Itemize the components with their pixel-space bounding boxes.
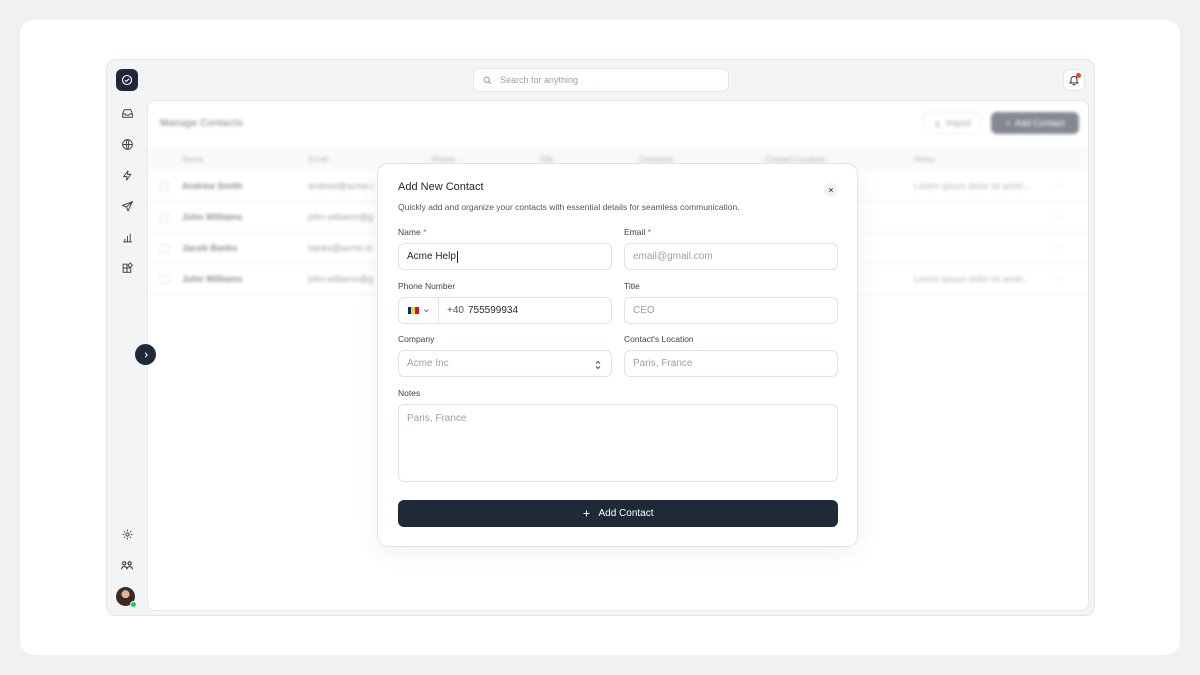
phone-value: 755599934 <box>467 305 519 316</box>
name-label-text: Name <box>398 227 421 237</box>
text-caret <box>456 250 458 263</box>
import-button[interactable]: Import <box>923 112 981 134</box>
row-actions[interactable]: ··· <box>1052 211 1061 221</box>
app-logo[interactable] <box>116 69 138 91</box>
company-placeholder: Acme Inc <box>407 358 449 369</box>
column-header: Notes <box>914 155 935 164</box>
title-placeholder: CEO <box>633 305 655 316</box>
notes-label: Notes <box>398 388 421 398</box>
phone-country-code: +40 <box>447 305 464 316</box>
close-icon <box>828 187 834 193</box>
globe-icon[interactable] <box>116 133 138 155</box>
email-placeholder: email@gmail.com <box>633 251 713 262</box>
phone-label: Phone Number <box>398 281 456 291</box>
send-icon[interactable] <box>116 195 138 217</box>
chevron-down-icon <box>423 309 429 313</box>
add-contact-top-button[interactable]: + Add Contact <box>991 112 1079 134</box>
inbox-icon[interactable] <box>116 102 138 124</box>
contact-email: banks@acme.io <box>308 243 373 253</box>
country-selector[interactable] <box>399 298 439 323</box>
page-title: Manage Contacts <box>160 118 243 129</box>
row-actions[interactable]: ··· <box>1052 180 1061 190</box>
email-label: Email * <box>624 227 651 237</box>
search-placeholder: Search for anything <box>500 75 579 85</box>
row-actions[interactable]: ··· <box>1052 273 1061 283</box>
search-input[interactable]: Search for anything <box>473 68 729 92</box>
contact-name: John Williams <box>182 274 243 284</box>
contact-name: John Williams <box>182 212 243 222</box>
required-mark: * <box>423 227 427 237</box>
notes-placeholder: Paris, France <box>407 413 467 424</box>
title-field[interactable]: CEO <box>624 297 838 324</box>
contact-name: Jacob Banks <box>182 243 238 253</box>
company-select[interactable]: Acme Inc <box>398 350 612 377</box>
add-contact-button[interactable]: Add Contact <box>398 500 838 527</box>
row-checkbox[interactable] <box>160 244 169 253</box>
column-header: Email <box>308 155 329 164</box>
contact-notes: Lorem ipsum dolor sit amet... <box>914 181 1031 191</box>
email-label-text: Email <box>624 227 646 237</box>
required-mark: * <box>647 227 651 237</box>
notification-dot <box>1076 73 1081 78</box>
row-checkbox[interactable] <box>160 213 169 222</box>
romania-flag-icon <box>407 307 419 314</box>
import-label: Import <box>945 118 972 128</box>
name-value: Acme Help <box>407 251 456 262</box>
phone-field[interactable]: +40 755599934 <box>398 297 612 324</box>
modal-subtitle: Quickly add and organize your contacts w… <box>398 202 740 212</box>
location-field[interactable]: Paris, France <box>624 350 838 377</box>
add-contact-modal: Add New Contact Quickly add and organize… <box>377 163 858 547</box>
plus-icon: + <box>1005 118 1011 128</box>
title-label: Title <box>624 281 640 291</box>
search-icon <box>483 76 492 84</box>
notes-textarea[interactable]: Paris, France <box>398 404 838 482</box>
expand-sidebar-button[interactable] <box>135 344 156 365</box>
chevron-up-down-icon <box>595 360 601 370</box>
contact-email: john.williams@g <box>308 212 374 222</box>
add-contact-label: Add Contact <box>598 508 654 519</box>
online-status-dot <box>130 601 137 608</box>
settings-icon[interactable] <box>116 523 138 545</box>
row-actions[interactable]: ··· <box>1052 242 1061 252</box>
add-contact-top-label: Add Contact <box>1014 118 1065 128</box>
contact-name: Andrew Smith <box>182 181 243 191</box>
row-checkbox[interactable] <box>160 182 169 191</box>
column-header: Name <box>182 155 204 164</box>
chevron-right-icon <box>144 351 148 358</box>
widgets-icon[interactable] <box>116 257 138 279</box>
location-label: Contact's Location <box>624 334 694 344</box>
company-label: Company <box>398 334 435 344</box>
avatar[interactable] <box>116 587 137 608</box>
email-field[interactable]: email@gmail.com <box>624 243 838 270</box>
contact-email: john.williams@g <box>308 274 374 284</box>
location-placeholder: Paris, France <box>633 358 693 369</box>
name-label: Name * <box>398 227 426 237</box>
modal-title: Add New Contact <box>398 181 484 193</box>
close-button[interactable] <box>824 183 838 197</box>
bar-chart-icon[interactable] <box>116 226 138 248</box>
download-icon <box>934 120 941 127</box>
contact-email: andrew@acme.i <box>308 181 374 191</box>
contact-notes: Lorem ipsum dolor sit amet... <box>914 274 1031 284</box>
users-icon[interactable] <box>116 554 138 576</box>
lightning-icon[interactable] <box>116 164 138 186</box>
name-field[interactable]: Acme Help <box>398 243 612 270</box>
notification-button[interactable] <box>1063 69 1085 91</box>
plus-icon <box>583 510 590 517</box>
row-checkbox[interactable] <box>160 275 169 284</box>
